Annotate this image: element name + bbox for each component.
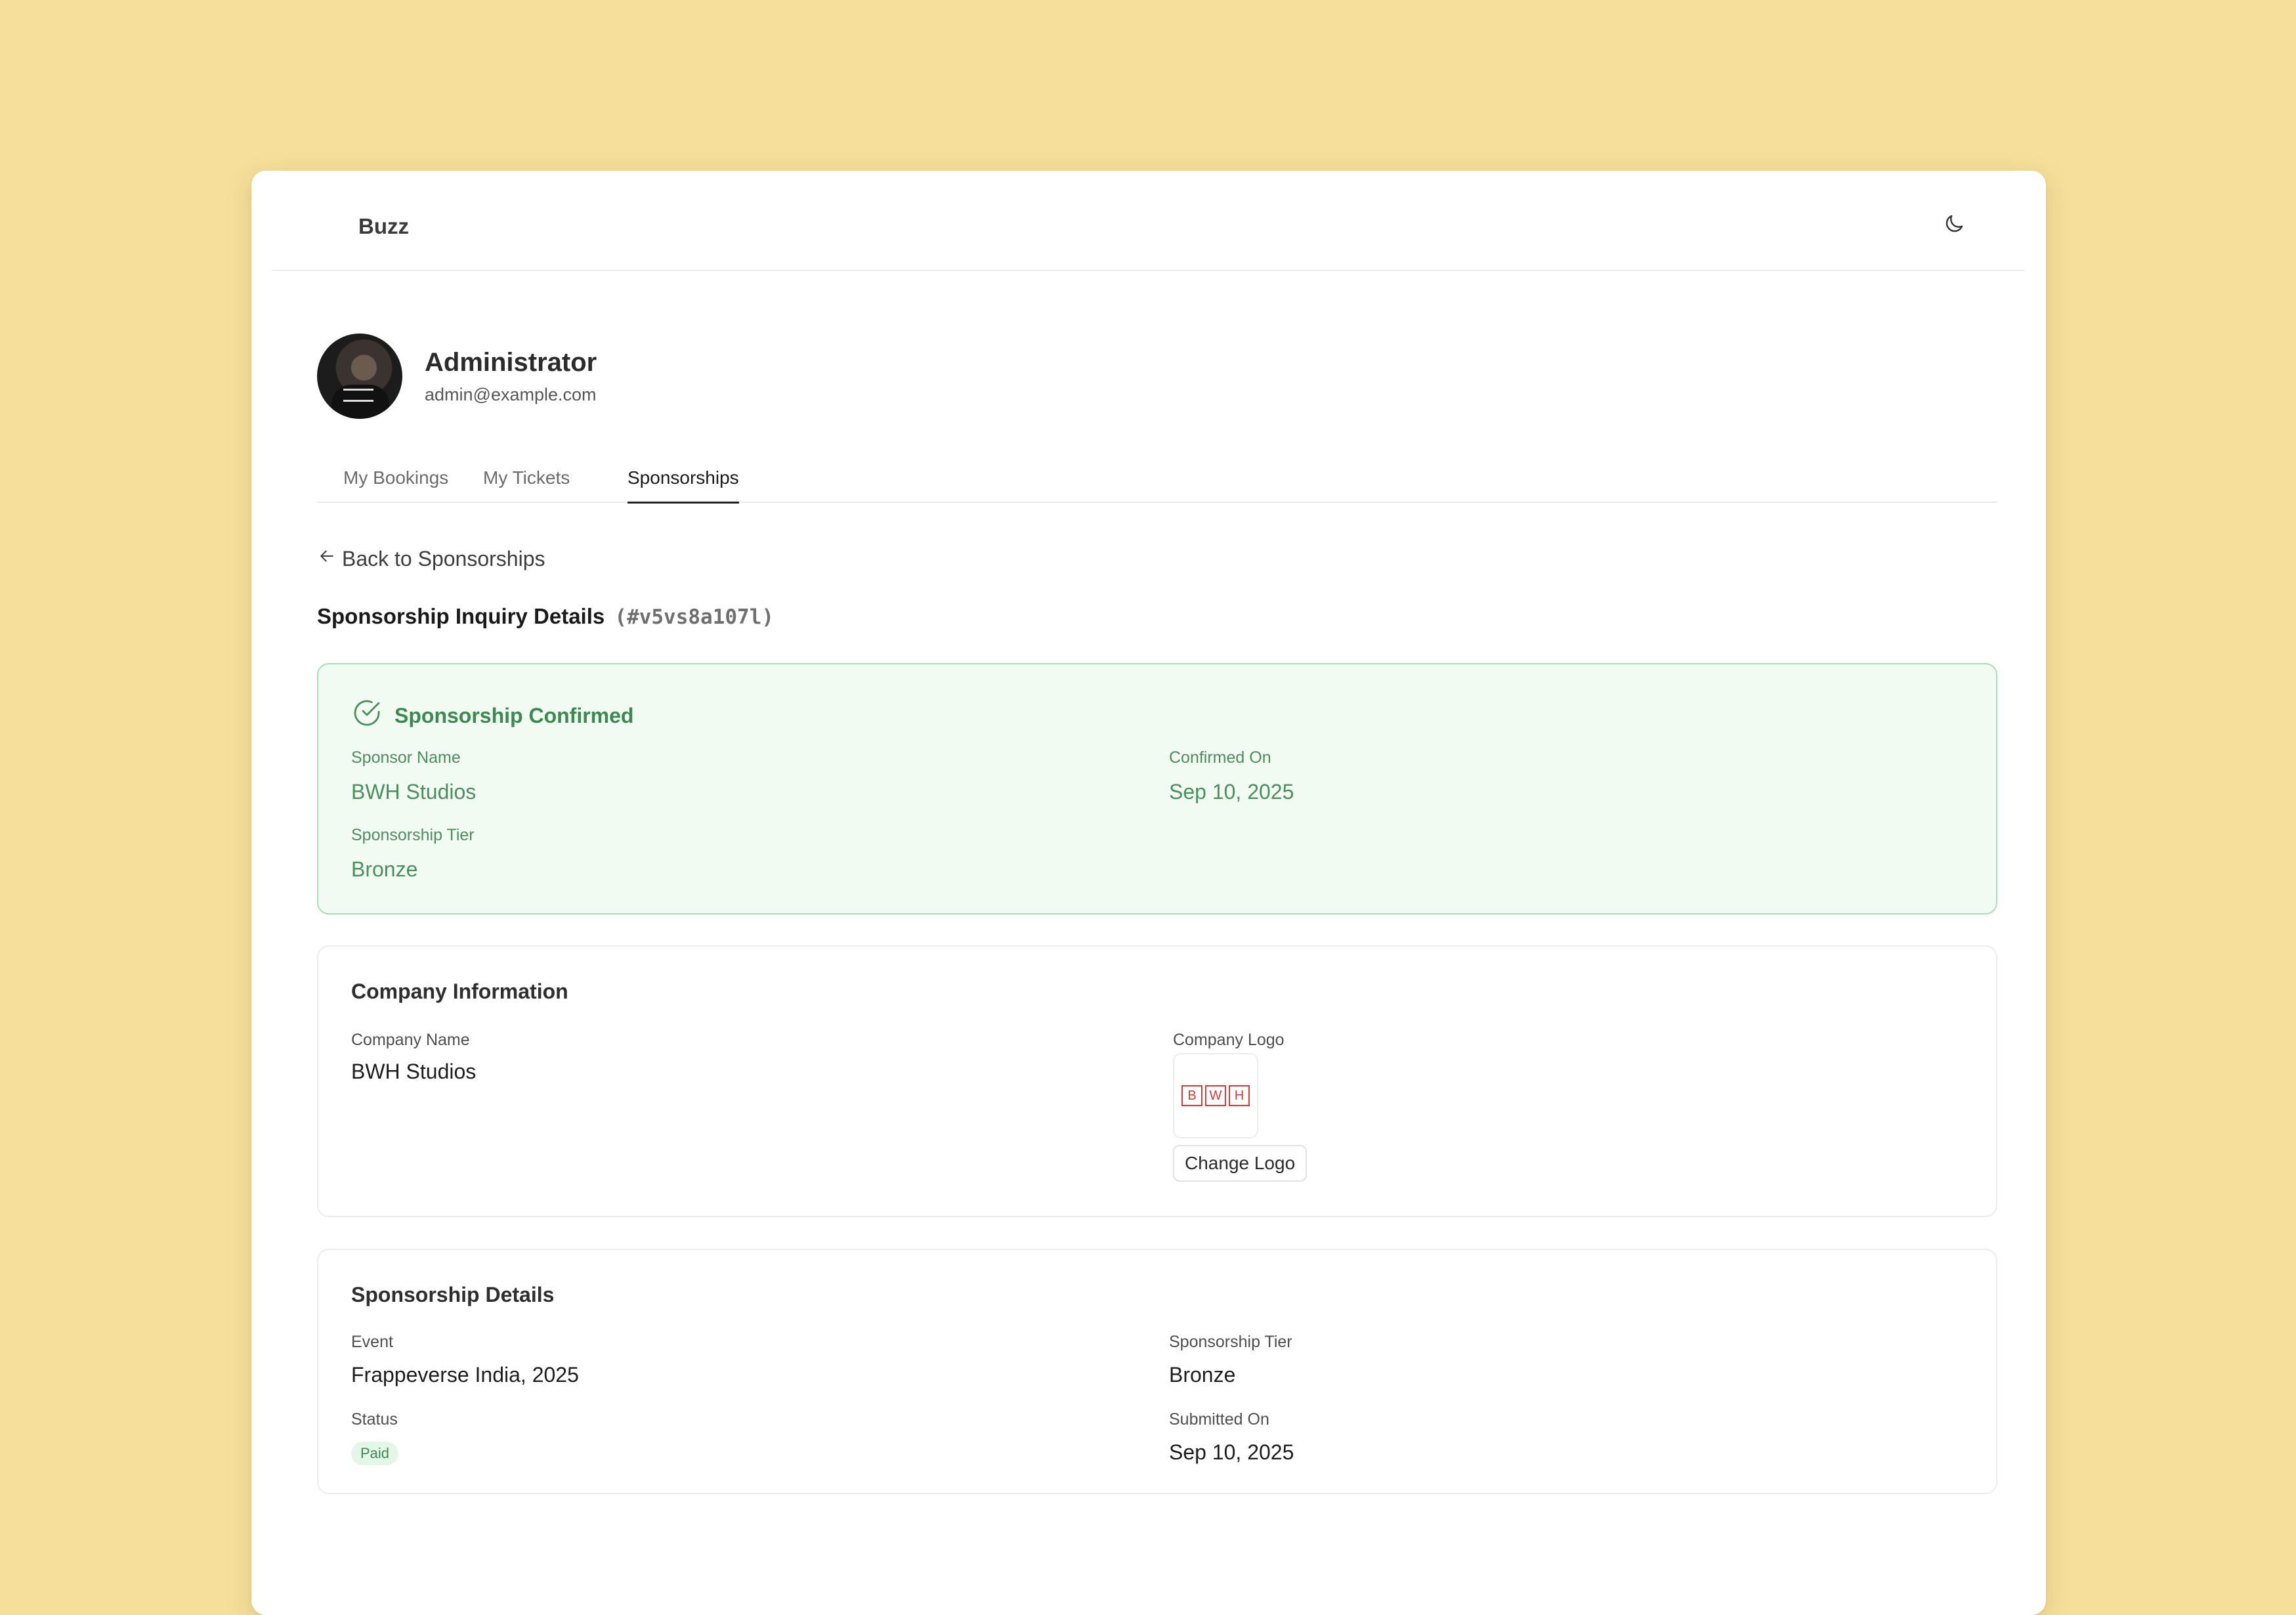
arrow-left-icon — [317, 546, 337, 571]
logo-letter-h: H — [1229, 1085, 1250, 1106]
app-window: Buzz Administrator admin@example.com My … — [251, 171, 2046, 1615]
profile-name: Administrator — [425, 348, 597, 377]
company-logo: B W H — [1173, 1053, 1258, 1138]
avatar — [317, 334, 402, 419]
tab-sponsorships[interactable]: Sponsorships — [627, 467, 739, 504]
sponsor-name-label: Sponsor Name — [351, 748, 461, 767]
confirmation-heading: Sponsorship Confirmed — [351, 697, 633, 734]
sponsorship-details-card: Sponsorship Details Event Frappeverse In… — [317, 1249, 1997, 1494]
tab-bar: My Bookings My Tickets Sponsorships — [317, 461, 1997, 504]
company-logo-label: Company Logo — [1173, 1031, 1285, 1049]
inquiry-id: (#v5vs8a107l) — [614, 605, 775, 629]
sponsorship-details-heading: Sponsorship Details — [351, 1283, 555, 1306]
company-name-value: BWH Studios — [351, 1060, 477, 1083]
status-label: Status — [351, 1410, 398, 1429]
confirmation-heading-text: Sponsorship Confirmed — [394, 703, 634, 727]
submitted-on-value: Sep 10, 2025 — [1169, 1440, 1294, 1464]
confirmation-card: Sponsorship Confirmed Sponsor Name BWH S… — [317, 663, 1997, 915]
change-logo-button[interactable]: Change Logo — [1173, 1145, 1307, 1182]
event-label: Event — [351, 1333, 393, 1351]
company-name-label: Company Name — [351, 1031, 470, 1049]
confirmed-on-label: Confirmed On — [1169, 748, 1271, 767]
details-tier-value: Bronze — [1169, 1363, 1236, 1387]
company-info-heading: Company Information — [351, 980, 568, 1003]
company-info-card: Company Information Company Name BWH Stu… — [317, 945, 1997, 1217]
check-circle-icon — [351, 697, 383, 734]
top-bar: Buzz — [272, 171, 2025, 271]
moon-icon[interactable] — [1942, 212, 1966, 236]
profile-header: Administrator admin@example.com — [317, 334, 1997, 419]
submitted-on-label: Submitted On — [1169, 1410, 1269, 1429]
event-value: Frappeverse India, 2025 — [351, 1363, 579, 1387]
confirmed-on-value: Sep 10, 2025 — [1169, 780, 1294, 804]
page-title-text: Sponsorship Inquiry Details — [317, 604, 605, 628]
sponsor-name-value: BWH Studios — [351, 780, 477, 804]
tab-my-bookings[interactable]: My Bookings — [343, 467, 448, 502]
details-tier-label: Sponsorship Tier — [1169, 1333, 1292, 1351]
back-link-label: Back to Sponsorships — [342, 546, 545, 571]
page-title: Sponsorship Inquiry Details (#v5vs8a107l… — [317, 604, 1997, 629]
status-badge: Paid — [351, 1442, 399, 1465]
logo-letter-w: W — [1205, 1085, 1226, 1106]
profile-email: admin@example.com — [425, 385, 597, 404]
tab-my-tickets[interactable]: My Tickets — [483, 467, 570, 502]
tier-label: Sponsorship Tier — [351, 826, 475, 844]
back-link[interactable]: Back to Sponsorships — [317, 546, 1997, 571]
tier-value: Bronze — [351, 857, 418, 881]
brand-title[interactable]: Buzz — [358, 214, 409, 239]
logo-letter-b: B — [1181, 1085, 1202, 1106]
